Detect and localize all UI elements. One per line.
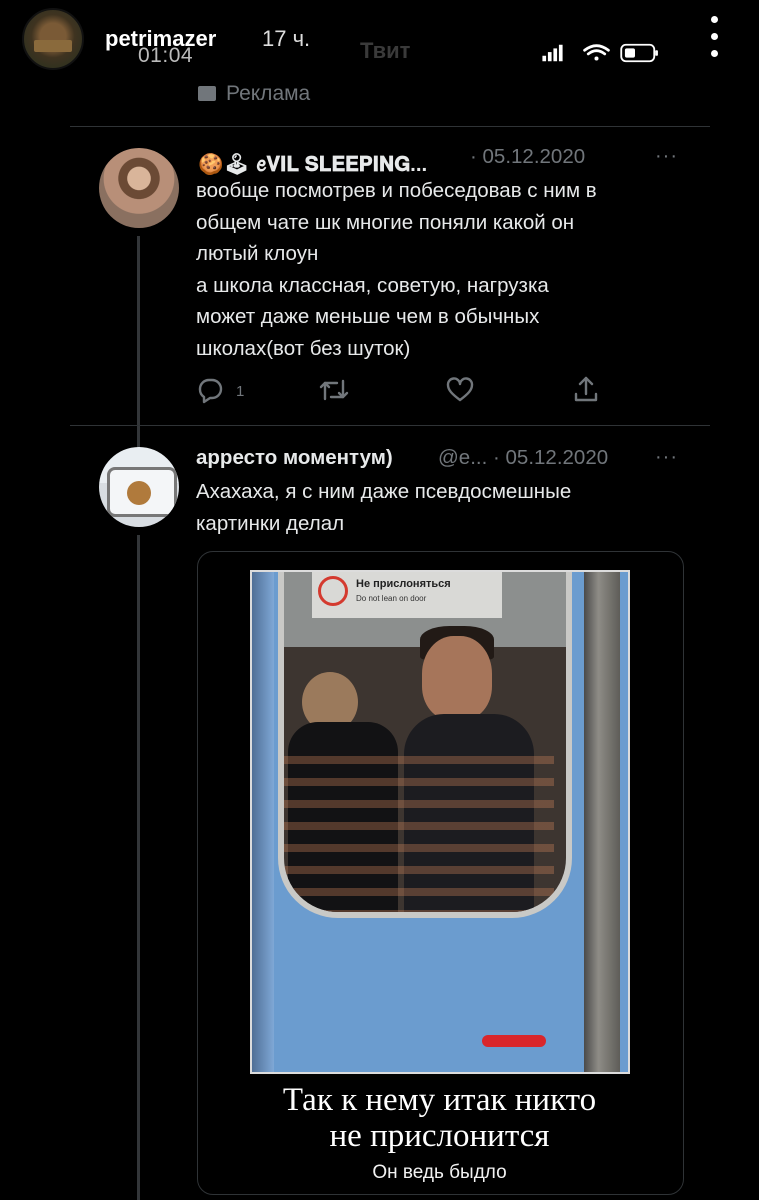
signal-icon xyxy=(542,44,563,62)
avatar[interactable] xyxy=(99,148,179,228)
thread-line xyxy=(137,535,140,1200)
door-pillar xyxy=(584,572,620,1072)
like-icon[interactable] xyxy=(446,377,474,403)
story-avatar[interactable] xyxy=(22,8,84,70)
tweet-handle-date[interactable]: @e... · 05.12.2020 xyxy=(438,446,608,470)
door-edge xyxy=(252,572,274,1072)
divider xyxy=(70,126,710,127)
red-mark xyxy=(482,1035,546,1047)
tweet-text: вообще посмотрев и побеседовав с ним в о… xyxy=(196,175,676,364)
tweet-text-line: картинки делал xyxy=(196,511,345,535)
faded-header-text: Твит xyxy=(360,38,411,63)
tweet-text: Ахахаха, я с ним даже псевдосмешные карт… xyxy=(196,476,676,539)
tweet-text-line: общем чате шк многие поняли какой он xyxy=(196,210,575,234)
sign-subtitle: Do not lean on door xyxy=(356,594,427,603)
meme-caption: Так к нему итак никто xyxy=(282,1082,597,1118)
status-bar-time: 01:04 xyxy=(138,44,194,67)
reply-count: 1 xyxy=(236,383,245,400)
thread-line xyxy=(137,236,140,448)
sign-title: Не прислоняться xyxy=(356,578,451,590)
status-bar-icons xyxy=(542,43,658,63)
retweet-icon[interactable] xyxy=(318,377,350,403)
tweet-text-line: а школа классная, советую, нагрузка xyxy=(196,273,549,297)
meme-caption: не прислонится xyxy=(329,1118,550,1154)
story-timestamp: 17 ч. xyxy=(262,26,311,51)
wifi-icon xyxy=(583,44,610,61)
ad-label: Реклама xyxy=(226,82,311,105)
avatar[interactable] xyxy=(99,447,179,527)
tweet-more-icon[interactable]: ··· xyxy=(655,145,678,168)
tweet-more-icon[interactable]: ··· xyxy=(655,446,678,469)
tweet-date[interactable]: · 05.12.2020 xyxy=(470,145,585,169)
train-window xyxy=(278,572,572,918)
tweet-text-line: Ахахаха, я с ним даже псевдосмешные xyxy=(196,480,572,503)
tweet-text-line: лютый клоун xyxy=(196,242,319,265)
tweet-text-line: может даже меньше чем в обычных xyxy=(196,305,540,328)
reflection xyxy=(284,742,554,912)
story-options-icon[interactable] xyxy=(705,14,725,60)
divider xyxy=(70,425,710,426)
meme-photo[interactable]: Не прислоняться Do not lean on door xyxy=(250,570,630,1074)
ad-icon xyxy=(198,86,216,101)
tweet-text-line: школах(вот без шуток) xyxy=(196,336,411,360)
tweet-display-name[interactable]: арресто моментум) xyxy=(196,446,393,470)
meme-subcaption: Он ведь быдло xyxy=(372,1162,507,1183)
battery-icon xyxy=(620,43,658,63)
reply-icon[interactable] xyxy=(196,376,224,404)
tweet-text-line: вообще посмотрев и побеседовав с ним в xyxy=(196,179,597,202)
share-icon[interactable] xyxy=(572,374,600,404)
no-lean-icon xyxy=(318,576,348,606)
